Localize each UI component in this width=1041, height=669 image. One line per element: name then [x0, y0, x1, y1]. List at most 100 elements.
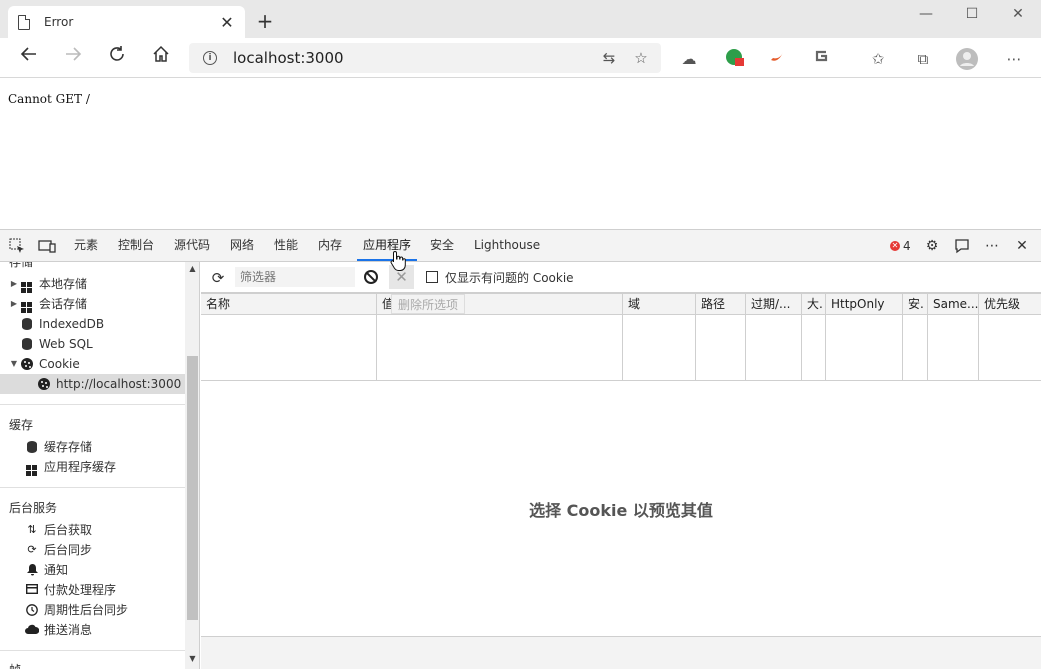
- sidebar-item-push-messaging[interactable]: 推送消息: [0, 620, 185, 640]
- cookie-icon: [38, 378, 50, 390]
- column-priority[interactable]: 优先级: [979, 294, 1041, 315]
- column-domain[interactable]: 域: [623, 294, 696, 315]
- sidebar-item-notifications[interactable]: 通知: [0, 560, 185, 580]
- tab-security[interactable]: 安全: [424, 230, 460, 261]
- cookies-table-body[interactable]: [201, 315, 1041, 381]
- sidebar-item-session-storage[interactable]: ▶ 会话存储: [0, 294, 185, 314]
- refresh-button[interactable]: [103, 44, 131, 72]
- sidebar-item-label: 本地存储: [39, 277, 88, 291]
- column-divider: [745, 315, 746, 381]
- tab-sources[interactable]: 源代码: [168, 230, 216, 261]
- feedback-icon[interactable]: [953, 238, 971, 254]
- tab-performance[interactable]: 性能: [268, 230, 304, 261]
- column-path[interactable]: 路径: [696, 294, 746, 315]
- minimize-button[interactable]: —: [903, 2, 949, 28]
- column-httponly[interactable]: HttpOnly: [826, 294, 903, 315]
- profile-avatar-icon[interactable]: [956, 48, 978, 70]
- sidebar-item-app-cache[interactable]: 应用程序缓存: [0, 457, 185, 477]
- tab-elements[interactable]: 元素: [68, 230, 104, 261]
- column-samesite[interactable]: Same...: [928, 294, 979, 315]
- more-menu-icon[interactable]: ⋯: [1003, 48, 1025, 70]
- clear-all-cookies-icon[interactable]: [364, 270, 378, 284]
- sidebar-item-local-storage[interactable]: ▶ 本地存储: [0, 274, 185, 294]
- url-text[interactable]: localhost:3000: [233, 49, 597, 67]
- storage-grid-icon: [26, 465, 38, 476]
- tab-close-button[interactable]: ✕: [219, 13, 235, 32]
- sidebar-item-background-sync[interactable]: ⟳ 后台同步: [0, 540, 185, 560]
- sidebar-item-label: IndexedDB: [39, 317, 105, 331]
- tab-application[interactable]: 应用程序: [357, 230, 418, 261]
- cookies-toolbar: ⟳ ✕ 仅显示有问题的 Cookie: [201, 262, 1041, 293]
- maximize-button[interactable]: ☐: [949, 2, 995, 28]
- column-divider: [376, 315, 377, 381]
- preview-footer: [201, 636, 1041, 669]
- cookies-pane: ⟳ ✕ 仅显示有问题的 Cookie 名称 值 域 路径 过期/... 大. H…: [201, 262, 1041, 669]
- browser-tab[interactable]: Error ✕: [8, 6, 245, 38]
- tab-lighthouse[interactable]: Lighthouse: [468, 230, 546, 261]
- database-icon: [22, 338, 32, 350]
- sidebar-item-cookie[interactable]: ▼ Cookie: [0, 354, 185, 374]
- extension-cloud-icon[interactable]: ☁: [678, 48, 700, 70]
- sidebar-item-websql[interactable]: Web SQL: [0, 334, 185, 354]
- column-divider: [801, 315, 802, 381]
- frames-heading: 帧: [9, 661, 21, 669]
- column-expires[interactable]: 过期/...: [746, 294, 802, 315]
- extension-g-icon[interactable]: [810, 48, 832, 70]
- more-options-icon[interactable]: ⋯: [983, 238, 1001, 254]
- expand-arrow-icon[interactable]: ▶: [8, 274, 20, 294]
- favorite-star-icon[interactable]: ☆: [629, 49, 653, 67]
- sidebar-item-payment-handler[interactable]: 付款处理程序: [0, 580, 185, 600]
- favorites-icon[interactable]: ✩: [867, 48, 889, 70]
- cache-heading: 缓存: [9, 418, 34, 432]
- scroll-up-icon[interactable]: ▲: [185, 264, 199, 273]
- collapse-arrow-icon[interactable]: ▼: [8, 354, 20, 374]
- sidebar-item-cache-storage[interactable]: 缓存存储: [0, 437, 185, 457]
- tab-network[interactable]: 网络: [224, 230, 260, 261]
- column-divider: [927, 315, 928, 381]
- sidebar-item-background-fetch[interactable]: ⇅ 后台获取: [0, 520, 185, 540]
- sidebar-divider: [0, 650, 185, 651]
- close-devtools-icon[interactable]: ✕: [1013, 238, 1031, 254]
- sidebar-item-cookie-localhost[interactable]: http://localhost:3000: [0, 374, 185, 394]
- inspect-element-icon[interactable]: [8, 238, 26, 254]
- cookie-preview-message: 选择 Cookie 以预览其值: [529, 501, 713, 520]
- refresh-cookies-icon[interactable]: ⟳: [209, 269, 227, 287]
- tab-console[interactable]: 控制台: [112, 230, 160, 261]
- scrollbar-thumb[interactable]: [187, 356, 198, 620]
- home-button[interactable]: [147, 44, 175, 72]
- sidebar-item-indexeddb[interactable]: IndexedDB: [0, 314, 185, 334]
- sidebar-item-label: 缓存存储: [44, 440, 93, 454]
- column-name[interactable]: 名称: [201, 294, 377, 315]
- column-divider: [622, 315, 623, 381]
- new-tab-button[interactable]: +: [254, 10, 276, 32]
- extension-red-icon[interactable]: [766, 48, 788, 70]
- column-size[interactable]: 大.: [802, 294, 826, 315]
- error-count: 4: [903, 239, 911, 253]
- sync-icon: ⟳: [27, 543, 37, 556]
- settings-gear-icon[interactable]: ⚙: [923, 238, 941, 254]
- address-bar[interactable]: i localhost:3000 ⇆ ☆: [189, 43, 661, 73]
- error-count-badge[interactable]: ✕ 4: [890, 239, 911, 253]
- device-toolbar-icon[interactable]: [38, 238, 56, 254]
- application-sidebar: 存储 ▶ 本地存储 ▶ 会话存储 IndexedDB Web SQL ▼ Coo…: [0, 262, 200, 669]
- forward-button[interactable]: [59, 44, 87, 72]
- expand-arrow-icon[interactable]: ▶: [8, 294, 20, 314]
- bell-icon: [25, 564, 39, 576]
- column-secure[interactable]: 安.: [903, 294, 928, 315]
- info-icon[interactable]: i: [203, 51, 217, 65]
- close-window-button[interactable]: ✕: [995, 2, 1041, 28]
- extension-green-icon[interactable]: [724, 48, 746, 70]
- cloud-icon: [25, 624, 40, 636]
- sidebar-item-label: 后台获取: [44, 523, 93, 537]
- forward-arrow-icon: [66, 47, 82, 61]
- back-arrow-icon: [20, 47, 36, 61]
- translate-icon[interactable]: ⇆: [597, 49, 621, 67]
- only-issues-checkbox[interactable]: [426, 271, 438, 283]
- back-button[interactable]: [15, 44, 43, 72]
- tab-memory[interactable]: 内存: [312, 230, 348, 261]
- filter-input[interactable]: [235, 267, 355, 287]
- sidebar-item-periodic-sync[interactable]: 周期性后台同步: [0, 600, 185, 620]
- scroll-down-icon[interactable]: ▼: [185, 654, 199, 663]
- sidebar-scrollbar[interactable]: ▲ ▼: [185, 262, 199, 669]
- collections-icon[interactable]: ⧉: [912, 48, 934, 70]
